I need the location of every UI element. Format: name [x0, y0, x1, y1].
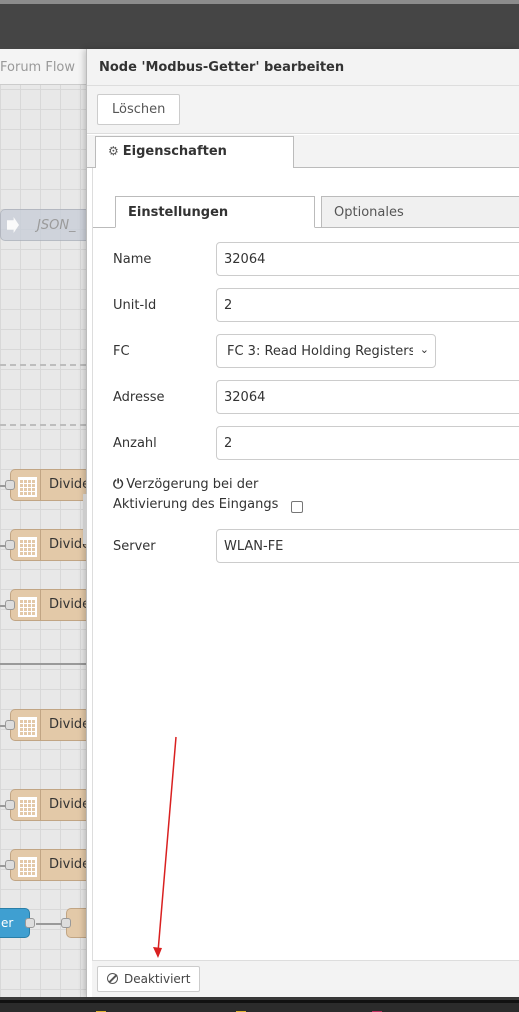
taskbar	[0, 1000, 519, 1012]
annotation-arrow-line	[157, 736, 177, 953]
annotation-arrow	[153, 736, 177, 958]
annotation-arrow-head	[153, 947, 162, 958]
